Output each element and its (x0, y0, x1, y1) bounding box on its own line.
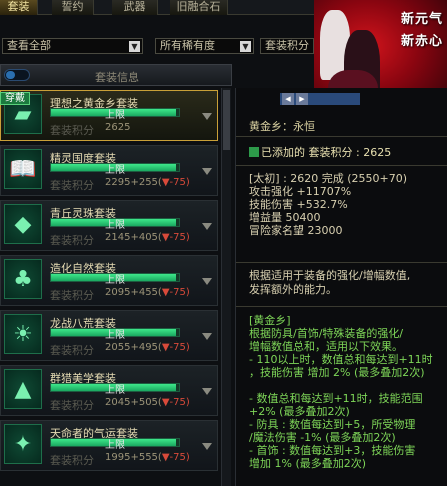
set-score-value: 2145+405(▼-75) (105, 232, 190, 243)
divider (236, 165, 447, 166)
equipped-badge: 穿戴 (0, 92, 30, 105)
book-icon: 📖 (4, 149, 42, 189)
set-cap-label: 上限 (105, 165, 125, 176)
tree-icon: ♣ (4, 259, 42, 299)
stat-line: 冒险家名望 23000 (249, 224, 343, 237)
type-select[interactable]: 查看全部 ▼ (2, 38, 143, 54)
sun-icon: ☀ (4, 314, 42, 354)
chevron-down-icon[interactable] (202, 443, 212, 450)
effect-line: - 110以上时，数值总和每达到+11时 (249, 353, 433, 366)
set-progress-bar: 上限 (50, 328, 180, 341)
set-list-item[interactable]: ✦ 天命者的气运套装 上限 套装积分 1995+555(▼-75) (0, 420, 218, 471)
effect-line: - 数值总和每达到+11时，技能范围 (249, 392, 423, 405)
divider (236, 306, 447, 307)
set-list-item[interactable]: ☀ 龙战八荒套装 上限 套装积分 2055+495(▼-75) (0, 310, 218, 361)
banner-art-text-1: 新元气 (400, 12, 443, 27)
set-progress-bar: 上限 (50, 163, 180, 176)
effect-line: - 首饰 : 数值每达到+3，技能伤害 (249, 444, 416, 457)
description-line: 根据适用于装备的强化/增幅数值, (249, 269, 411, 282)
set-score-value: 1995+555(▼-75) (105, 452, 190, 463)
rarity-select[interactable]: 所有稀有度 ▼ (155, 38, 254, 54)
stat-line: [太初] : 2620 完成 (2550+70) (249, 172, 408, 185)
set-cap-label: 上限 (105, 440, 125, 451)
set-score-label: 套装积分 (50, 234, 94, 247)
set-score-label: 套装积分 (50, 124, 94, 137)
filter-bar: 查看全部 ▼ 所有稀有度 ▼ 套装积分 (0, 34, 314, 56)
effect-line: 根据防具/首饰/特殊装备的强化/ (249, 327, 404, 340)
set-list-item[interactable]: ◆ 青丘灵珠套装 上限 套装积分 2145+405(▼-75) (0, 200, 218, 251)
sort-select[interactable]: 套装积分 (260, 38, 314, 54)
set-score-label: 套装积分 (50, 179, 94, 192)
divider (236, 262, 447, 263)
set-score-value: 2095+455(▼-75) (105, 287, 190, 298)
set-progress-bar: 上限 (50, 438, 180, 451)
set-cap-label: 上限 (105, 275, 125, 286)
effect-line: [黄金乡] (249, 314, 291, 327)
set-score-label: 套装积分 (50, 454, 94, 467)
rarity-select-value: 所有稀有度 (160, 39, 215, 52)
effect-line: /魔法伤害 -1% (最多叠加2次) (249, 431, 396, 444)
set-list-item[interactable]: 📖 精灵国度套装 上限 套装积分 2295+255(▼-75) (0, 145, 218, 196)
added-score: 已添加的 套装积分 : 2625 (249, 146, 391, 159)
set-detail-panel: ◀ ▶ 黄金乡：永恒 已添加的 套装积分 : 2625 [太初] : 2620 … (235, 88, 447, 486)
description-line: 发挥额外的能力。 (249, 283, 337, 296)
set-progress-bar: 上限 (50, 218, 180, 231)
list-scrollbar[interactable] (221, 88, 231, 486)
set-score-value: 2625 (105, 122, 131, 133)
effect-line: ，技能伤害 增加 2% (最多叠加2次) (249, 366, 425, 379)
divider (236, 136, 447, 137)
chevron-down-icon[interactable] (202, 278, 212, 285)
effect-line: - 防具 : 数值每达到+5，所受物理 (249, 418, 416, 431)
chevron-down-icon[interactable] (202, 168, 212, 175)
set-info-label: 套装信息 (95, 71, 139, 84)
set-list-header: 套装信息 (0, 64, 232, 86)
set-list-item[interactable]: ▰ 理想之黄金乡套装 上限 套装积分 2625 (0, 90, 218, 141)
chevron-down-icon[interactable] (202, 113, 212, 120)
set-cap-label: 上限 (105, 385, 125, 396)
butterfly-icon: ✦ (4, 424, 42, 464)
set-cap-label: 上限 (105, 330, 125, 341)
set-progress-bar: 上限 (50, 273, 180, 286)
chevron-down-icon: ▼ (129, 41, 140, 52)
stat-line: 技能伤害 +532.7% (249, 198, 348, 211)
scrollbar-thumb[interactable] (223, 90, 230, 150)
set-list-item[interactable]: ▲ 群猎美学套装 上限 套装积分 2045+505(▼-75) (0, 365, 218, 416)
set-cap-label: 上限 (105, 220, 125, 231)
detail-nav-bar: ◀ ▶ (280, 93, 360, 105)
fox-icon: ◆ (4, 204, 42, 244)
effect-line: +2% (最多叠加2次) (249, 405, 350, 418)
set-score-label: 套装积分 (50, 344, 94, 357)
set-cap-label: 上限 (105, 110, 125, 121)
set-score-value: 2055+495(▼-75) (105, 342, 190, 353)
nav-prev-icon[interactable]: ◀ (282, 93, 294, 105)
tab-set[interactable]: 套装 (0, 0, 38, 15)
set-score-icon (249, 147, 259, 157)
set-progress-bar: 上限 (50, 383, 180, 396)
stat-line: 增益量 50400 (249, 211, 321, 224)
set-score-label: 套装积分 (50, 399, 94, 412)
set-list-item[interactable]: ♣ 造化自然套装 上限 套装积分 2095+455(▼-75) (0, 255, 218, 306)
chevron-down-icon[interactable] (202, 223, 212, 230)
chevron-down-icon: ▼ (240, 41, 251, 52)
top-tab-bar: 套装 誓约 武器 旧融合石 (0, 0, 314, 15)
tab-old-fusion-stone[interactable]: 旧融合石 (170, 0, 228, 15)
banner-art-text-2: 新赤心 (400, 34, 443, 49)
wolf-icon: ▲ (4, 369, 42, 409)
chevron-down-icon[interactable] (202, 388, 212, 395)
stat-line: 攻击强化 +11707% (249, 185, 352, 198)
tab-weapon[interactable]: 武器 (112, 0, 158, 15)
set-score-label: 套装积分 (50, 289, 94, 302)
detail-title: 黄金乡：永恒 (249, 120, 315, 133)
set-score-value: 2045+505(▼-75) (105, 397, 190, 408)
set-progress-bar: 上限 (50, 108, 180, 121)
chevron-down-icon[interactable] (202, 333, 212, 340)
type-select-value: 查看全部 (7, 39, 51, 52)
sort-select-value: 套装积分 (265, 39, 309, 52)
effect-line: 增幅数值总和，适用以下效果。 (249, 340, 403, 353)
tab-oath[interactable]: 誓约 (52, 0, 94, 15)
effect-line: 增加 1% (最多叠加2次) (249, 457, 367, 470)
set-score-value: 2295+255(▼-75) (105, 177, 190, 188)
nav-next-icon[interactable]: ▶ (296, 93, 308, 105)
